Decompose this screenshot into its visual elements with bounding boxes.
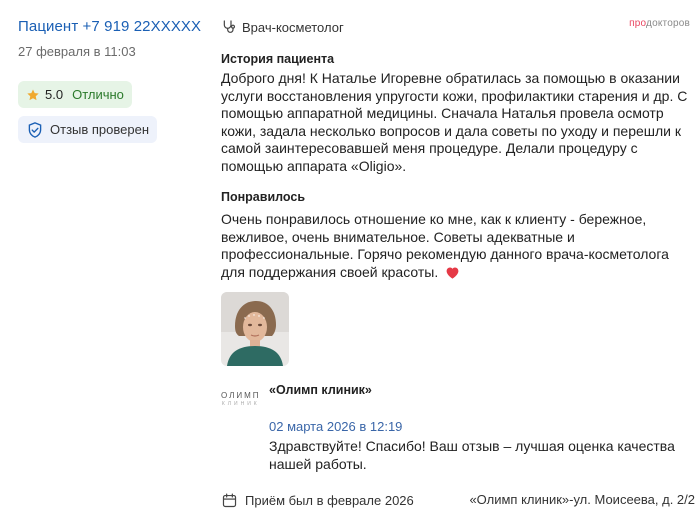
verified-label: Отзыв проверен xyxy=(50,122,150,137)
calendar-icon xyxy=(222,493,237,508)
review-date: 27 февраля в 11:03 xyxy=(18,44,136,59)
clinic-logo-text: ОЛИМП xyxy=(221,391,261,400)
rating-label: Отлично xyxy=(72,87,124,102)
visit-label: Приём был в феврале 2026 xyxy=(245,493,414,508)
stethoscope-icon xyxy=(223,20,236,33)
patient-name[interactable]: Пациент +7 919 22XXXXX xyxy=(18,18,208,35)
reply-date: 02 марта 2026 в 12:19 xyxy=(269,419,403,434)
verified-badge[interactable]: Отзыв проверен xyxy=(18,116,158,143)
rating-badge: 5.0 Отлично xyxy=(18,81,132,108)
review-photo[interactable] xyxy=(221,292,289,366)
liked-text-block: Очень понравилось отношение ко мне, как … xyxy=(221,211,696,281)
shield-check-icon xyxy=(28,121,42,138)
brand-logo-accent: про xyxy=(629,18,647,29)
doctor-specialty[interactable]: Врач-косметолог xyxy=(221,19,344,35)
reply-text: Здравствуйте! Спасибо! Ваш отзыв – лучша… xyxy=(269,438,675,472)
brand-logo: продокторов xyxy=(629,18,690,29)
history-title: История пациента xyxy=(221,52,335,66)
rating-value: 5.0 xyxy=(45,87,64,102)
heart-emoji-icon xyxy=(446,267,459,279)
clinic-location[interactable]: «Олимп клиник»-ул. Моисеева, д. 2/2 xyxy=(469,492,695,507)
visit-info: Приём был в феврале 2026 xyxy=(221,492,414,509)
review-meta: Пациент +7 919 22XXXXX 27 февраля в 11:0… xyxy=(18,18,208,144)
history-text: Доброго дня! К Наталье Игоревне обратила… xyxy=(221,70,688,174)
star-icon xyxy=(27,88,39,100)
reply-clinic-name[interactable]: «Олимп клиник» xyxy=(269,383,372,397)
patient-photo-image xyxy=(221,292,289,366)
specialty-label: Врач-косметолог xyxy=(242,19,344,35)
clinic-logo-sub: КЛИНИК xyxy=(221,401,260,407)
clinic-logo: ОЛИМП КЛИНИК xyxy=(221,391,261,407)
liked-title: Понравилось xyxy=(221,190,306,204)
brand-logo-rest: докторов xyxy=(646,18,690,29)
